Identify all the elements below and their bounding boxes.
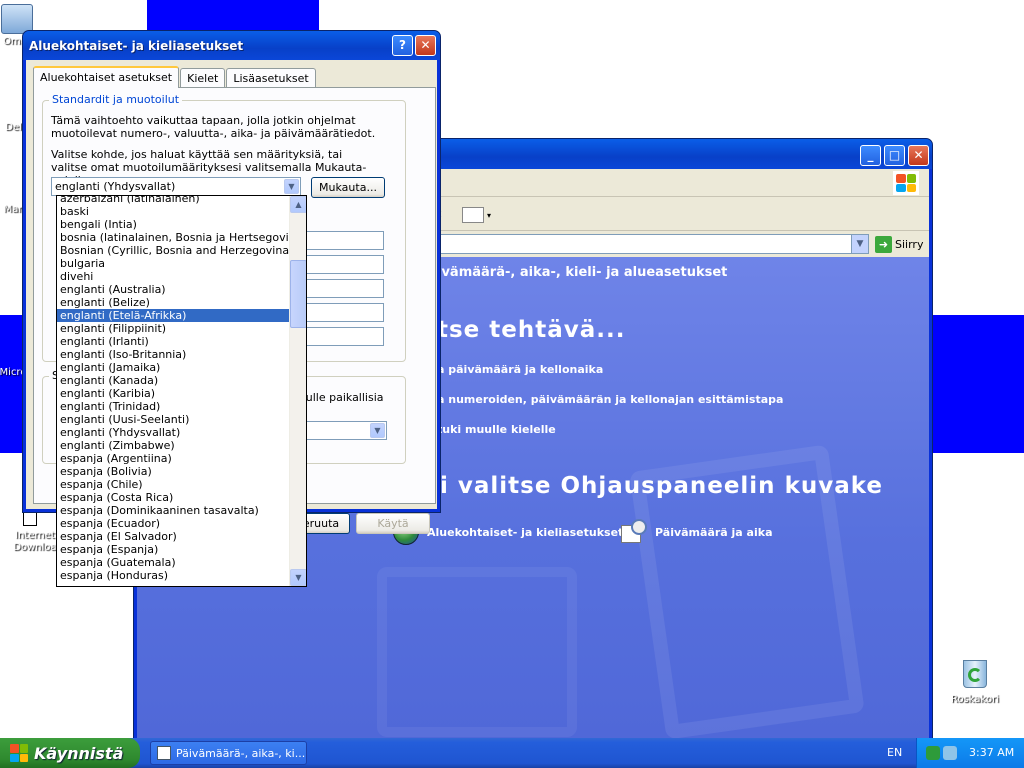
- locale-list-item[interactable]: espanja (Dominikaaninen tasavalta): [57, 504, 291, 517]
- locale-list-item[interactable]: englanti (Trinidad): [57, 400, 291, 413]
- start-label: Käynnistä: [34, 743, 124, 763]
- locale-list-item[interactable]: englanti (Yhdysvallat): [57, 426, 291, 439]
- tab-strip: Aluekohtaiset asetukset Kielet Lisäasetu…: [33, 66, 317, 88]
- locale-list-item[interactable]: englanti (Zimbabwe): [57, 439, 291, 452]
- locale-list-item[interactable]: bosnia (latinalainen, Bosnia ja Hertsego…: [57, 231, 306, 244]
- locale-dropdown-list[interactable]: azerbaizani (latinalainen) baski bengali (…: [56, 195, 307, 587]
- locale-list-item[interactable]: bulgaria: [57, 257, 291, 270]
- dialog-titlebar[interactable]: Aluekohtaiset- ja kieliasetukset: [23, 31, 440, 60]
- sample-currency-field: [294, 255, 384, 274]
- locale-select-value: englanti (Yhdysvallat): [55, 180, 176, 193]
- locale-list-item[interactable]: espanja (El Salvador): [57, 530, 291, 543]
- dialog-title: Aluekohtaiset- ja kieliasetukset: [29, 39, 244, 53]
- locale-list-item[interactable]: englanti (Uusi-Seelanti): [57, 413, 291, 426]
- sample-short-date-field: [294, 303, 384, 322]
- locale-select[interactable]: englanti (Yhdysvallat) ▼: [51, 177, 301, 196]
- pick-task-title: tse tehtävä...: [437, 317, 626, 343]
- watermark-graphic: [377, 567, 577, 737]
- taskbar: Käynnistä Päivämäärä-, aika-, ki... EN 3…: [0, 738, 1024, 768]
- tab-advanced[interactable]: Lisäasetukset: [226, 68, 316, 88]
- locale-list-item[interactable]: espanja (Honduras): [57, 569, 291, 582]
- date-time-label: Päivämäärä ja aika: [655, 525, 773, 539]
- locale-list-item[interactable]: englanti (Kanada): [57, 374, 291, 387]
- clock[interactable]: 3:37 AM: [969, 746, 1014, 759]
- sample-long-date-field: [294, 327, 384, 346]
- regional-options-label: Aluekohtaiset- ja kieliasetukset: [427, 525, 624, 539]
- sample-number-field: [294, 231, 384, 250]
- locale-list-item[interactable]: englanti (Australia): [57, 283, 291, 296]
- category-heading: ivämäärä-, aika-, kieli- ja alueasetukse…: [437, 265, 728, 280]
- close-button[interactable]: ✕: [908, 145, 929, 166]
- locale-list-item[interactable]: espanja (Ecuador): [57, 517, 291, 530]
- task-link-add-language[interactable]: tuki muulle kielelle: [437, 423, 556, 436]
- shortcut-icon: [23, 512, 37, 526]
- locale-list-item[interactable]: espanja (Guatemala): [57, 556, 291, 569]
- help-button[interactable]: ?: [392, 35, 413, 56]
- taskbar-window-label: Päivämäärä-, aika-, ki...: [176, 746, 306, 760]
- chevron-down-icon[interactable]: ▼: [851, 235, 868, 253]
- minimize-button[interactable]: _: [860, 145, 881, 166]
- recycle-bin-label: Roskakori: [950, 694, 999, 705]
- locale-list-item[interactable]: divehi: [57, 270, 291, 283]
- date-time-link[interactable]: Päivämäärä ja aika: [621, 519, 773, 545]
- go-button-label: Siirry: [895, 237, 924, 251]
- tab-languages[interactable]: Kielet: [180, 68, 226, 88]
- start-button[interactable]: Käynnistä: [0, 738, 140, 768]
- system-tray: 3:37 AM: [916, 738, 1024, 768]
- arrow-right-icon: ➜: [875, 235, 892, 253]
- taskbar-window-button[interactable]: Päivämäärä-, aika-, ki...: [150, 741, 307, 765]
- locale-list-item[interactable]: Bosnian (Cyrillic, Bosnia and Herzegovin…: [57, 244, 293, 257]
- locale-list-item[interactable]: baski: [57, 205, 291, 218]
- group-title: Standardit ja muotoilut: [49, 93, 183, 106]
- locale-list-item[interactable]: espanja (Argentiina): [57, 452, 291, 465]
- chevron-down-icon: ▾: [487, 210, 492, 220]
- locale-list-item[interactable]: englanti (Irlanti): [57, 335, 291, 348]
- language-indicator[interactable]: EN: [887, 746, 902, 759]
- locale-list-item[interactable]: espanja (Costa Rica): [57, 491, 291, 504]
- dialog-close-button[interactable]: ✕: [415, 35, 436, 56]
- task-link-number-format[interactable]: a numeroiden, päivämäärän ja kellonajan …: [437, 393, 783, 406]
- safely-remove-icon[interactable]: [943, 746, 957, 760]
- locale-list-item[interactable]: azerbaizani (latinalainen): [57, 196, 291, 205]
- scroll-up-arrow-icon[interactable]: ▲: [290, 196, 306, 213]
- calendar-clock-icon: [621, 519, 647, 545]
- locale-list-item[interactable]: espanja (Bolivia): [57, 465, 291, 478]
- locale-list-item[interactable]: englanti (Jamaika): [57, 361, 291, 374]
- locale-list-item[interactable]: espanja (Chile): [57, 478, 291, 491]
- views-button[interactable]: ▾: [462, 205, 498, 225]
- apply-button[interactable]: Käytä: [356, 513, 430, 534]
- chevron-down-icon[interactable]: ▼: [284, 179, 299, 194]
- locale-list-item[interactable]: englanti (Belize): [57, 296, 291, 309]
- windows-flag-icon: [10, 744, 28, 762]
- task-link-date-time[interactable]: a päivämäärä ja kellonaika: [437, 363, 603, 376]
- windows-logo-icon: [893, 171, 919, 195]
- go-button[interactable]: ➜ Siirry: [875, 234, 930, 254]
- views-icon: [462, 207, 484, 223]
- tab-regional-options[interactable]: Aluekohtaiset asetukset: [33, 66, 180, 88]
- control-panel-icon: [157, 746, 171, 760]
- recycle-bin-icon[interactable]: [958, 656, 992, 690]
- locale-list-item[interactable]: englanti (Etelä-Afrikka): [57, 309, 291, 322]
- scroll-down-arrow-icon[interactable]: ▼: [290, 569, 306, 586]
- chevron-down-icon[interactable]: ▼: [370, 423, 385, 438]
- locale-list-item[interactable]: bengali (Intia): [57, 218, 291, 231]
- locale-list-item[interactable]: englanti (Iso-Britannia): [57, 348, 291, 361]
- description-text: Tämä vaihtoehto vaikuttaa tapaan, jolla …: [51, 114, 376, 140]
- network-icon[interactable]: [926, 746, 940, 760]
- maximize-button[interactable]: □: [884, 145, 905, 166]
- locale-list-item[interactable]: espanja (Espanja): [57, 543, 291, 556]
- locale-list-item[interactable]: englanti (Karibia): [57, 387, 291, 400]
- sample-time-field: [294, 279, 384, 298]
- scrollbar-thumb[interactable]: [290, 260, 306, 328]
- pick-icon-title: i valitse Ohjauspaneelin kuvake: [440, 473, 884, 499]
- scrollbar[interactable]: ▲ ▼: [289, 196, 306, 586]
- locale-list-item[interactable]: englanti (Filippiinit): [57, 322, 291, 335]
- customize-button[interactable]: Mukauta...: [311, 177, 385, 198]
